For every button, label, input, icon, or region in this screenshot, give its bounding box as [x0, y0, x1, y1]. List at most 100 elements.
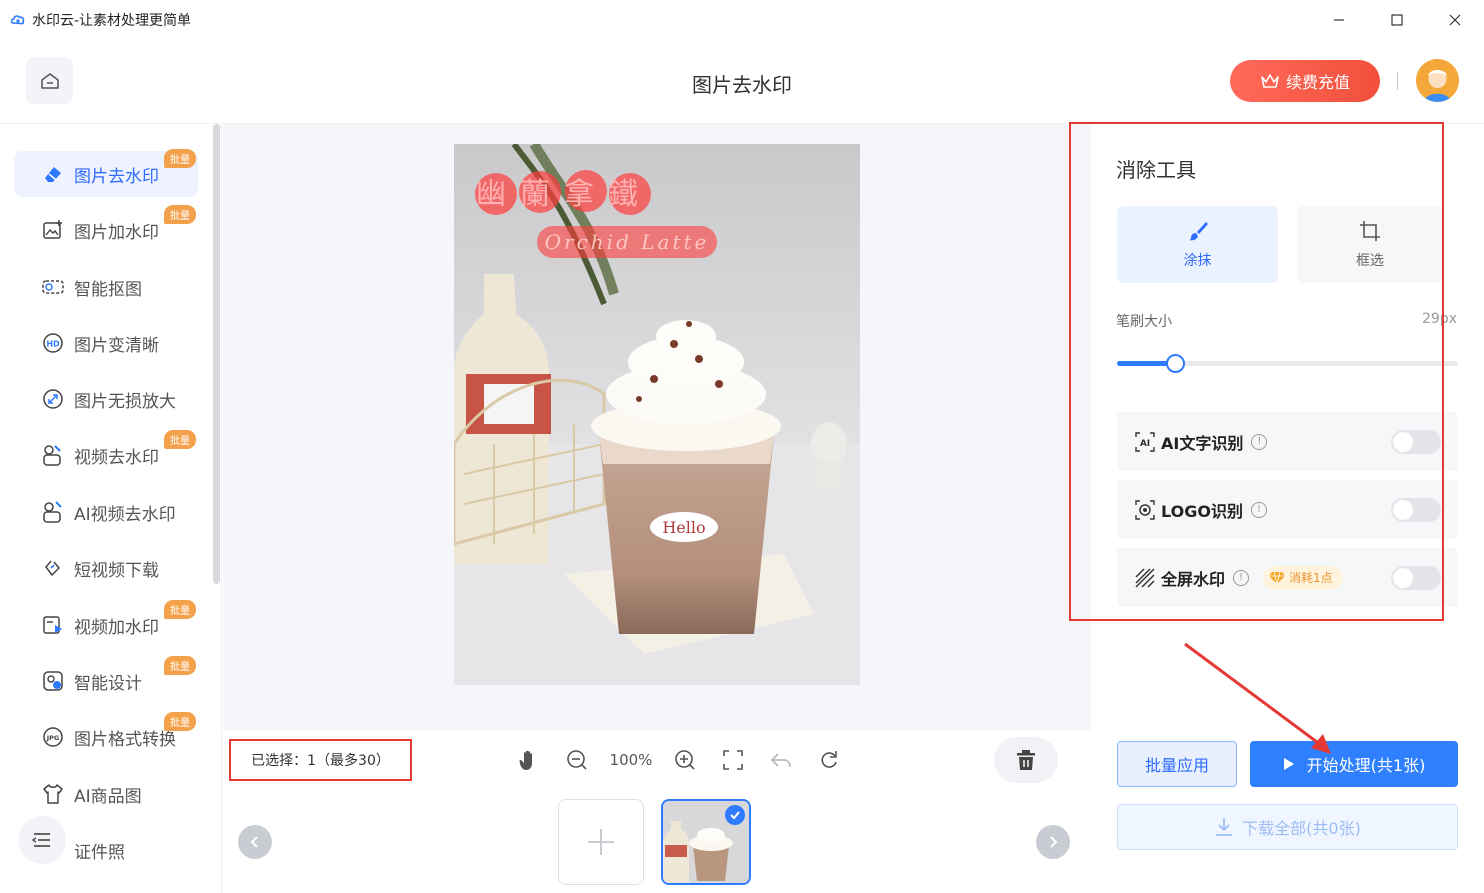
brush-size-label: 笔刷大小: [1116, 314, 1172, 330]
recharge-label: 续费充值: [1285, 73, 1350, 92]
preview-image[interactable]: Hello 幽蘭拿鐵 Orchid Latte: [454, 144, 860, 685]
sidebar-item-image-watermark-add[interactable]: 图片加水印 批量: [14, 205, 198, 253]
batch-badge: 批量: [164, 149, 196, 168]
close-button[interactable]: [1426, 0, 1484, 40]
fit-screen-button[interactable]: [717, 744, 749, 776]
sidebar-item-label: 图片格式转换: [74, 729, 176, 750]
sidebar-item-image-sharpen[interactable]: HD 图片变清晰: [14, 320, 198, 366]
app-logo-icon: [10, 15, 25, 25]
pan-tool-button[interactable]: [513, 744, 545, 776]
zoom-level: 100%: [609, 751, 653, 769]
sidebar-collapse-button[interactable]: [18, 816, 66, 864]
sidebar-item-lossless-enlarge[interactable]: 图片无损放大: [14, 376, 198, 422]
box-select-mode-label: 框选: [1356, 252, 1384, 269]
batch-apply-button[interactable]: 批量应用: [1117, 741, 1237, 787]
svg-text:AI: AI: [1140, 439, 1150, 449]
maximize-button[interactable]: [1368, 0, 1426, 40]
window-title: 水印云-让素材处理更简单: [32, 13, 192, 29]
reset-button[interactable]: [813, 744, 845, 776]
batch-badge: 批量: [164, 712, 196, 731]
image-thumbnail[interactable]: [661, 799, 751, 885]
minimize-button[interactable]: [1310, 0, 1368, 40]
start-process-label: 开始处理(共1张): [1306, 756, 1426, 775]
sidebar-item-label: 证件照: [74, 842, 125, 863]
sidebar-item-ai-video-watermark-remove[interactable]: AI视频去水印: [14, 489, 198, 535]
hand-icon: [519, 750, 532, 770]
sidebar-item-smart-design[interactable]: 智能设计 批量: [14, 656, 198, 704]
sidebar-item-label: 视频去水印: [74, 447, 159, 468]
recharge-button[interactable]: 续费充值: [1230, 60, 1380, 102]
sidebar-item-label: 智能抠图: [74, 279, 142, 300]
logo-detect-row: LOGO识别 !: [1117, 480, 1458, 539]
sidebar-scrollbar[interactable]: [213, 124, 220, 584]
box-select-mode-button[interactable]: 框选: [1297, 206, 1443, 283]
download-all-button[interactable]: 下载全部(共0张): [1117, 804, 1458, 850]
fullscreen-icon: [723, 750, 743, 770]
cost-label: 消耗1点: [1289, 571, 1333, 585]
plus-icon: [588, 829, 614, 855]
ai-text-detect-row: AI AI文字识别 !: [1117, 412, 1458, 471]
panel-title: 消除工具: [1116, 158, 1196, 182]
start-process-button[interactable]: 开始处理(共1张): [1250, 741, 1458, 787]
link-icon: [40, 555, 66, 581]
slider-handle[interactable]: [1165, 354, 1185, 373]
crown-icon: [1261, 74, 1279, 88]
header: 图片去水印 续费充值: [0, 40, 1484, 124]
undo-icon: [770, 753, 791, 768]
batch-badge: 批量: [164, 205, 196, 224]
canvas-tools: 100%: [513, 744, 861, 776]
latte-photo: Hello 幽蘭拿鐵 Orchid Latte: [454, 144, 860, 685]
add-image-button[interactable]: [558, 799, 644, 885]
fullscreen-watermark-row: 全屏水印 ! 消耗1点: [1117, 548, 1458, 607]
batch-badge: 批量: [164, 656, 196, 675]
sidebar-item-smart-cutout[interactable]: 智能抠图: [14, 264, 198, 310]
sidebar-item-image-format-convert[interactable]: JPG 图片格式转换 批量: [14, 712, 198, 760]
sidebar-item-image-watermark-remove[interactable]: 图片去水印 批量: [14, 149, 198, 197]
watermark-line1: 幽蘭拿鐵: [476, 177, 652, 212]
crop-icon: [1360, 220, 1380, 241]
sidebar: 图片去水印 批量 图片加水印 批量 智能抠图 HD 图片变清晰 图片无损放大 视…: [0, 124, 222, 893]
avatar[interactable]: [1416, 59, 1459, 102]
sidebar-item-label: 智能设计: [74, 673, 142, 694]
info-icon[interactable]: !: [1251, 433, 1268, 450]
sidebar-item-label: 短视频下载: [74, 560, 159, 581]
shirt-icon: [40, 781, 66, 807]
chevron-left-icon: [250, 836, 258, 848]
window-controls: [1310, 0, 1484, 40]
selected-count: 已选择：1（最多30）: [229, 739, 412, 781]
sidebar-item-label: 图片去水印: [74, 166, 159, 187]
sidebar-item-short-video-download[interactable]: 短视频下载: [14, 545, 198, 591]
info-icon[interactable]: !: [1233, 569, 1250, 586]
ai-text-detect-toggle[interactable]: [1391, 430, 1441, 454]
info-icon[interactable]: !: [1250, 501, 1267, 518]
logo-detect-toggle[interactable]: [1391, 498, 1441, 522]
cost-badge: 消耗1点: [1263, 565, 1343, 590]
zoom-out-button[interactable]: [561, 744, 593, 776]
image-canvas[interactable]: Hello 幽蘭拿鐵 Orchid Latte: [223, 124, 1091, 730]
brush-mode-button[interactable]: 涂抹: [1117, 206, 1278, 283]
next-image-button[interactable]: [1036, 825, 1070, 859]
zoom-in-button[interactable]: [669, 744, 701, 776]
cutout-icon: [40, 274, 66, 300]
sidebar-item-video-watermark-add[interactable]: 视频加水印 批量: [14, 600, 198, 648]
menu-collapse-icon: [31, 833, 50, 847]
ai-text-icon: AI: [1135, 431, 1155, 452]
prev-image-button[interactable]: [238, 825, 272, 859]
brush-size-value: 29px: [1422, 311, 1457, 327]
sidebar-item-label: 图片加水印: [74, 222, 159, 243]
download-icon: [1216, 818, 1233, 836]
sidebar-item-ai-product-image[interactable]: AI商品图: [14, 771, 198, 817]
ai-video-icon: [40, 499, 66, 525]
download-all-label: 下载全部(共0张): [1242, 819, 1361, 838]
watermark-line2: Orchid Latte: [545, 230, 710, 254]
undo-button[interactable]: [765, 744, 797, 776]
zoom-out-icon: [567, 750, 587, 770]
image-add-icon: [40, 217, 66, 243]
user-avatar-icon: [1416, 59, 1459, 102]
fullscreen-watermark-toggle[interactable]: [1391, 566, 1441, 590]
maximize-icon: [1391, 14, 1403, 26]
sidebar-item-video-watermark-remove[interactable]: 视频去水印 批量: [14, 430, 198, 478]
brush-icon: [1188, 221, 1208, 240]
delete-button[interactable]: [994, 737, 1058, 783]
brush-size-slider[interactable]: [1117, 354, 1458, 373]
